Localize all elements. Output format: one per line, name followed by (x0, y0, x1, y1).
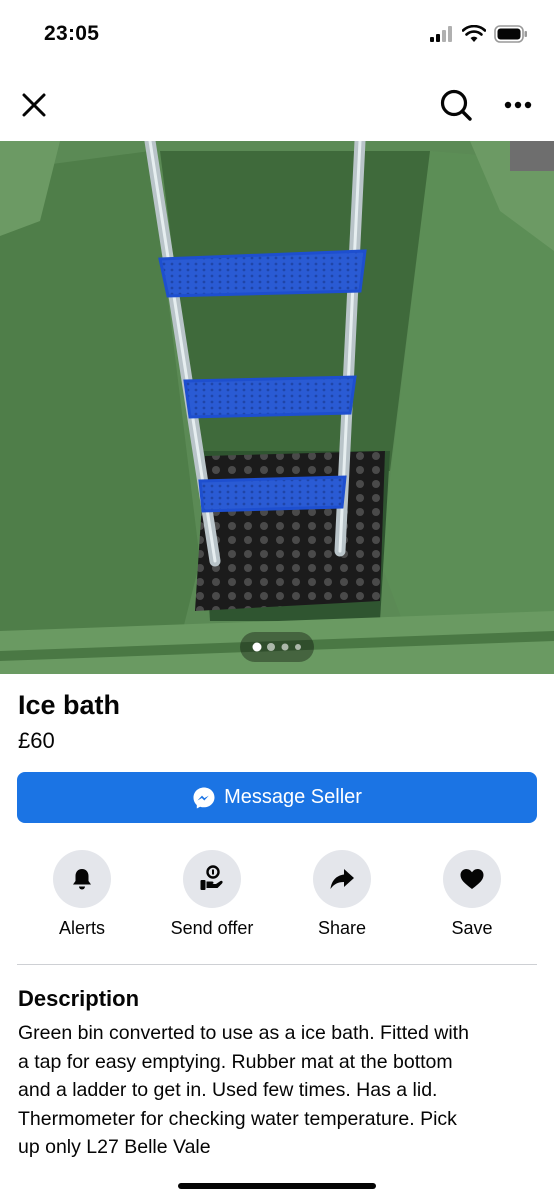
carousel-dot (252, 642, 262, 652)
carousel-dot (295, 644, 301, 650)
description-line: a tap for easy emptying. Rubber mat at t… (18, 1050, 453, 1073)
listing-price: £60 (18, 728, 55, 753)
status-icons (430, 25, 528, 43)
description-heading: Description (18, 986, 140, 1011)
send-offer-circle (183, 850, 241, 908)
description-line: and a ladder to get in. Used few times. … (18, 1079, 438, 1101)
more-button[interactable] (500, 87, 536, 123)
battery-icon (494, 25, 527, 43)
more-icon (504, 101, 532, 109)
save-label: Save (451, 918, 493, 938)
status-bar: 23:05 (0, 0, 554, 70)
divider (17, 964, 537, 965)
alerts-circle (53, 850, 111, 908)
top-bar (0, 70, 554, 140)
wifi-icon (462, 25, 486, 42)
description-line: Thermometer for checking water temperatu… (18, 1107, 457, 1130)
listing-photo[interactable] (0, 141, 554, 674)
home-indicator[interactable] (178, 1183, 376, 1189)
status-time: 23:05 (44, 22, 100, 45)
listing-title: Ice bath (18, 690, 121, 720)
message-seller-label: Message Seller (224, 786, 362, 808)
send-offer-label: Send offer (170, 918, 254, 938)
send-offer-button[interactable]: Send offer (147, 850, 277, 939)
carousel-dot (281, 643, 289, 651)
share-label: Share (317, 918, 367, 938)
alerts-button[interactable]: Alerts (17, 850, 147, 939)
signal-icon (430, 26, 452, 42)
save-circle (443, 850, 501, 908)
search-icon (440, 89, 472, 121)
carousel-dot (267, 643, 275, 651)
description-text: Green bin converted to use as a ice bath… (18, 1019, 538, 1162)
message-seller-button[interactable]: Message Seller (17, 772, 537, 823)
alerts-label: Alerts (58, 918, 105, 938)
messenger-icon (193, 787, 215, 808)
search-button[interactable] (438, 87, 474, 123)
close-button[interactable] (16, 87, 52, 123)
close-icon (22, 93, 46, 117)
carousel-indicator (240, 632, 314, 662)
action-row: Alerts Send offer Share Save (0, 850, 554, 950)
share-button[interactable]: Share (277, 850, 407, 939)
bell-icon (73, 869, 91, 890)
save-button[interactable]: Save (407, 850, 537, 939)
description-line: Green bin converted to use as a ice bath… (18, 1022, 469, 1044)
offer-icon (200, 865, 223, 890)
share-icon (330, 869, 354, 889)
description-line: up only L27 Belle Vale (18, 1136, 211, 1158)
share-circle (313, 850, 371, 908)
heart-icon (460, 869, 484, 889)
